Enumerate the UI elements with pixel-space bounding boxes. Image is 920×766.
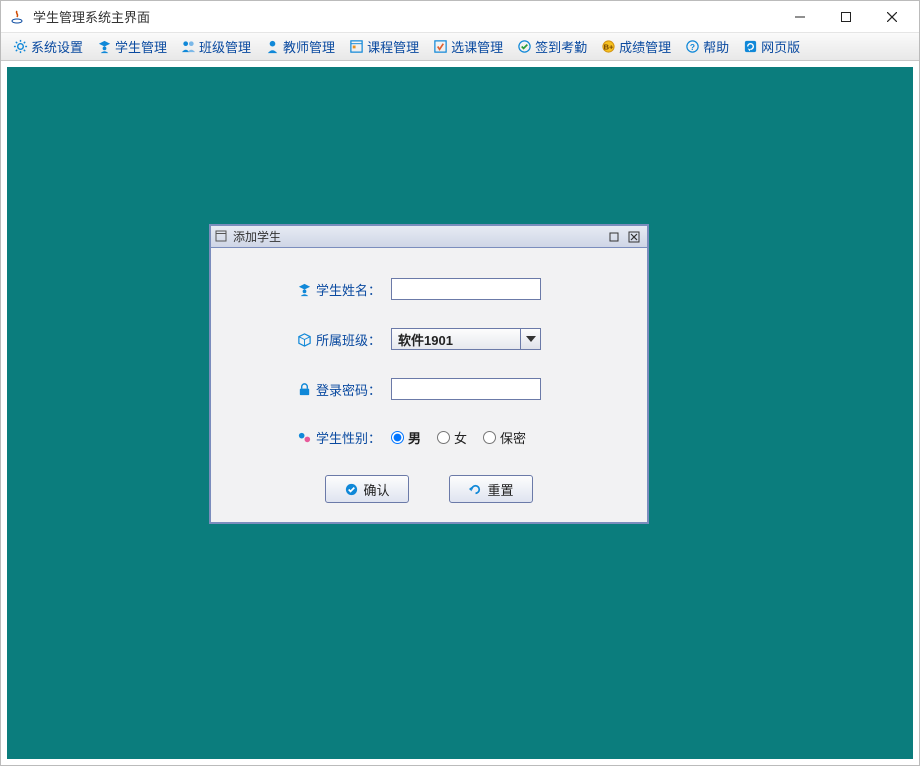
- menu-label: 帮助: [703, 37, 729, 56]
- menu-web-version[interactable]: 网页版: [737, 34, 806, 59]
- label-student-name: 学生姓名：: [231, 280, 391, 299]
- row-password: 登录密码：: [231, 378, 627, 400]
- menu-select-course[interactable]: 选课管理: [427, 34, 509, 59]
- help-icon: ?: [685, 39, 700, 54]
- student-icon: [297, 282, 312, 297]
- dialog-maximize-button[interactable]: [605, 229, 623, 245]
- menu-label: 教师管理: [283, 37, 335, 56]
- menu-label: 网页版: [761, 37, 800, 56]
- class-icon: [181, 39, 196, 54]
- menu-system-settings[interactable]: 系统设置: [7, 34, 89, 59]
- window-title: 学生管理系统主界面: [33, 7, 777, 26]
- minimize-button[interactable]: [777, 1, 823, 33]
- menu-help[interactable]: ? 帮助: [679, 34, 735, 59]
- chevron-down-icon[interactable]: [520, 329, 540, 349]
- dialog-form: 学生姓名： 所属班级： 软件1901: [211, 248, 647, 503]
- menu-course-management[interactable]: 课程管理: [343, 34, 425, 59]
- row-student-name: 学生姓名：: [231, 278, 627, 300]
- label-class: 所属班级：: [231, 330, 391, 349]
- java-icon: [9, 9, 25, 25]
- course-icon: [349, 39, 364, 54]
- mdi-content-area: 添加学生 学生姓名： 所属班级：: [7, 67, 913, 759]
- menu-teacher-management[interactable]: 教师管理: [259, 34, 341, 59]
- radio-female[interactable]: 女: [437, 428, 467, 447]
- row-gender: 学生性别： 男 女 保密: [231, 428, 627, 447]
- menu-label: 签到考勤: [535, 37, 587, 56]
- reset-button[interactable]: 重置: [449, 475, 533, 503]
- menu-student-management[interactable]: 学生管理: [91, 34, 173, 59]
- menubar: 系统设置 学生管理 班级管理 教师管理 课程管理 选课管理 签到考勤 B+ 成绩管…: [1, 33, 919, 61]
- menu-label: 班级管理: [199, 37, 251, 56]
- gear-icon: [13, 39, 28, 54]
- gender-radios: 男 女 保密: [391, 428, 542, 447]
- grade-icon: B+: [601, 39, 616, 54]
- dialog-close-button[interactable]: [625, 229, 643, 245]
- confirm-button[interactable]: 确认: [325, 475, 409, 503]
- gender-icon: [297, 430, 312, 445]
- student-icon: [97, 39, 112, 54]
- add-student-dialog: 添加学生 学生姓名： 所属班级：: [209, 224, 649, 524]
- menu-label: 选课管理: [451, 37, 503, 56]
- teacher-icon: [265, 39, 280, 54]
- menu-attendance[interactable]: 签到考勤: [511, 34, 593, 59]
- password-input[interactable]: [391, 378, 541, 400]
- window-icon: [215, 230, 229, 244]
- class-combo-value: 软件1901: [392, 330, 520, 349]
- class-icon: [297, 332, 312, 347]
- student-name-input[interactable]: [391, 278, 541, 300]
- menu-class-management[interactable]: 班级管理: [175, 34, 257, 59]
- radio-male[interactable]: 男: [391, 428, 421, 447]
- window-controls: [777, 1, 915, 33]
- menu-label: 学生管理: [115, 37, 167, 56]
- svg-text:B+: B+: [604, 42, 614, 51]
- class-combo[interactable]: 软件1901: [391, 328, 541, 350]
- menu-label: 成绩管理: [619, 37, 671, 56]
- radio-secret[interactable]: 保密: [483, 428, 526, 447]
- label-password: 登录密码：: [231, 380, 391, 399]
- check-circle-icon: [344, 482, 359, 497]
- label-gender: 学生性别：: [231, 428, 391, 447]
- dialog-buttons: 确认 重置: [231, 475, 627, 503]
- main-window: 学生管理系统主界面 系统设置 学生管理 班级管理 教师管理 课程管理 选课管理 …: [0, 0, 920, 766]
- menu-label: 课程管理: [367, 37, 419, 56]
- checkin-icon: [517, 39, 532, 54]
- reset-icon: [468, 482, 483, 497]
- lock-icon: [297, 382, 312, 397]
- svg-text:?: ?: [690, 42, 695, 52]
- menu-grade-management[interactable]: B+ 成绩管理: [595, 34, 677, 59]
- row-class: 所属班级： 软件1901: [231, 328, 627, 350]
- dialog-title: 添加学生: [233, 228, 603, 245]
- select-course-icon: [433, 39, 448, 54]
- menu-label: 系统设置: [31, 37, 83, 56]
- maximize-button[interactable]: [823, 1, 869, 33]
- titlebar: 学生管理系统主界面: [1, 1, 919, 33]
- web-icon: [743, 39, 758, 54]
- close-button[interactable]: [869, 1, 915, 33]
- dialog-titlebar[interactable]: 添加学生: [211, 226, 647, 248]
